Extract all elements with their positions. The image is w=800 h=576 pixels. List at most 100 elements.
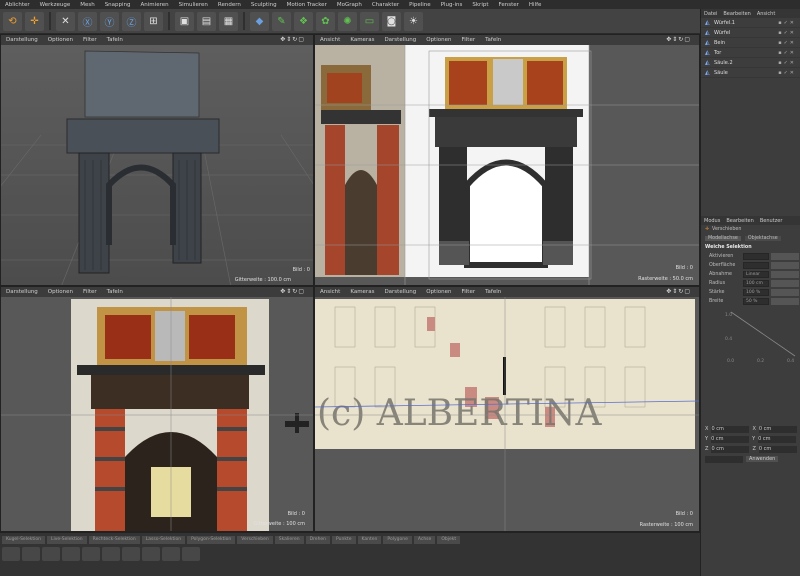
coord-size-field[interactable]: 0 cm [758,435,797,443]
vp-menu-item[interactable]: Tafeln [102,37,128,43]
vp-menu-item[interactable]: Darstellung [379,289,421,295]
vp-menu-item[interactable]: Filter [78,289,102,295]
vp-menu-item[interactable]: Filter [456,37,480,43]
tool-tab[interactable]: Objekt [437,536,461,544]
vp-menu-item[interactable]: Darstellung [1,289,43,295]
tool-tab[interactable]: Kanten [357,536,382,544]
attribute-slider[interactable] [771,280,799,287]
vp-menu-item[interactable]: Darstellung [379,37,421,43]
object-tags-icon[interactable]: ▪✓✕ [778,30,796,36]
attributes-tab[interactable]: Benutzer [757,218,786,224]
menu-item[interactable]: Rendern [213,2,246,8]
vp-menu-item[interactable]: Kameras [345,37,379,43]
tool-button[interactable] [82,547,100,561]
tool-button[interactable] [142,547,160,561]
menu-item[interactable]: Motion Tracker [282,2,332,8]
attribute-field[interactable]: 100 % [743,289,769,296]
viewport-side[interactable]: Darstellung Optionen Filter Tafeln ✥⇕↻▢ [0,286,314,532]
coord-size-field[interactable]: 0 cm [758,445,797,453]
menu-item[interactable]: Fenster [494,2,524,8]
undo-icon[interactable]: ⟲ [3,11,22,31]
render-picture-icon[interactable]: ▤ [197,11,216,31]
menu-item[interactable]: Skript [467,2,493,8]
vp-menu-item[interactable]: Tafeln [480,289,506,295]
close-icon[interactable]: ✕ [56,11,75,31]
attribute-slider[interactable] [771,271,799,278]
attributes-tab[interactable]: Bearbeiten [723,218,756,224]
viewport-nav-icons[interactable]: ✥⇕↻▢ [275,36,310,43]
menu-item[interactable]: Sculpting [246,2,282,8]
tool-button[interactable] [2,547,20,561]
menu-item[interactable]: Werkzeuge [35,2,76,8]
vp-menu-item[interactable]: Ansicht [315,289,345,295]
vp-menu-item[interactable]: Filter [456,289,480,295]
tool-tab[interactable]: Polygon-Selektion [187,536,236,544]
vp-menu-item[interactable]: Kameras [345,289,379,295]
tool-tab[interactable]: Punkte [332,536,356,544]
tool-tab[interactable]: Skalieren [274,536,304,544]
subtab[interactable]: Modellachse [705,236,741,241]
vp-menu-item[interactable]: Optionen [421,37,456,43]
object-tags-icon[interactable]: ▪✓✕ [778,40,796,46]
tool-button[interactable] [182,547,200,561]
coord-position-field[interactable]: 0 cm [711,435,750,443]
subtab[interactable]: Objektachse [744,236,781,241]
render-settings-icon[interactable]: ▦ [219,11,238,31]
vp-menu-item[interactable]: Darstellung [1,37,43,43]
tool-tab[interactable]: Lasso-Selektion [141,536,186,544]
object-row[interactable]: ◭ Säule.2 ▪✓✕ [701,58,800,68]
menu-item[interactable]: MoGraph [332,2,367,8]
attribute-field[interactable]: 50 % [743,298,769,305]
deformer-icon[interactable]: ✺ [338,11,357,31]
light-icon[interactable]: ☀ [404,11,423,31]
attribute-slider[interactable] [771,289,799,296]
coord-size-field[interactable]: 0 cm [758,425,797,433]
viewport-canvas[interactable]: (c) ALBERTINA [315,297,699,531]
camera-icon[interactable]: ◙ [382,11,401,31]
array-icon[interactable]: ✿ [316,11,335,31]
object-row[interactable]: ◭ Säule ▪✓✕ [701,68,800,78]
vp-menu-item[interactable]: Optionen [43,289,78,295]
menu-item[interactable]: Ablichter [0,2,35,8]
tool-tab[interactable]: Rechteck-Selektion [88,536,140,544]
coordinate-system-icon[interactable]: ⊞ [144,11,163,31]
coord-position-field[interactable]: 0 cm [711,425,750,433]
attribute-slider[interactable] [771,298,799,305]
viewport-top[interactable]: Ansicht Kameras Darstellung Optionen Fil… [314,286,700,532]
attribute-slider[interactable] [771,253,799,260]
tool-tab[interactable]: Polygone [383,536,412,544]
vp-menu-item[interactable]: Ansicht [315,37,345,43]
pen-icon[interactable]: ✎ [272,11,291,31]
object-row[interactable]: ◭ Bein ▪✓✕ [701,38,800,48]
floor-icon[interactable]: ▭ [360,11,379,31]
attribute-field[interactable]: 100 cm [743,280,769,287]
object-row[interactable]: ◭ Tor ▪✓✕ [701,48,800,58]
x-axis-icon[interactable]: Ⓧ [78,11,97,31]
object-row[interactable]: ◭ Würfel ▪✓✕ [701,28,800,38]
attributes-tab[interactable]: Modus [701,218,723,224]
objects-tab[interactable]: Bearbeiten [720,11,753,17]
viewport-canvas[interactable] [1,45,313,285]
tool-tab[interactable]: Achse [413,536,436,544]
menu-item[interactable]: Mesh [75,2,99,8]
tool-tab[interactable]: Kugel-Selektion [2,536,45,544]
menu-item[interactable]: Charakter [367,2,404,8]
viewport-front[interactable]: Ansicht Kameras Darstellung Optionen Fil… [314,34,700,286]
tool-button[interactable] [42,547,60,561]
object-tags-icon[interactable]: ▪✓✕ [778,60,796,66]
z-axis-icon[interactable]: Ⓩ [122,11,141,31]
attribute-slider[interactable] [771,262,799,269]
viewport-canvas[interactable] [315,45,699,285]
coord-dropdown[interactable] [705,455,743,463]
tool-button[interactable] [102,547,120,561]
apply-button[interactable]: Anwenden [746,456,779,462]
object-tags-icon[interactable]: ▪✓✕ [778,70,796,76]
vp-menu-item[interactable]: Optionen [43,37,78,43]
menu-item[interactable]: Pipeline [404,2,436,8]
attribute-field[interactable] [743,253,769,260]
cube-icon[interactable]: ◆ [250,11,269,31]
tool-tab[interactable]: Live-Selektion [46,536,87,544]
render-view-icon[interactable]: ▣ [175,11,194,31]
menu-item[interactable]: Simulieren [174,2,213,8]
object-row[interactable]: ◭ Würfel.1 ▪✓✕ [701,18,800,28]
